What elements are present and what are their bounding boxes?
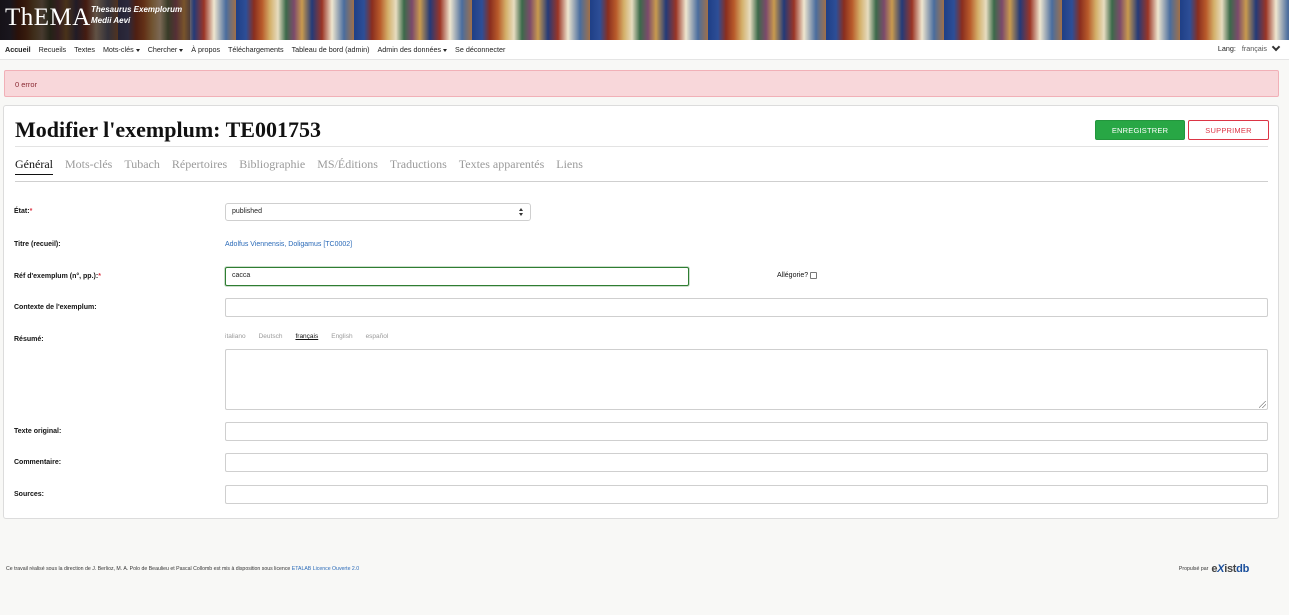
nav-item-telechargements[interactable]: Téléchargements <box>228 45 284 54</box>
tab-textes-apparentes[interactable]: Textes apparentés <box>459 157 544 175</box>
texte-original-label: Texte original: <box>14 428 62 435</box>
ref-label: Réf d'exemplum (n°, pp.):* <box>14 273 101 280</box>
nav-item-se-deconnecter[interactable]: Se déconnecter <box>455 45 505 54</box>
nav-item-admin-donnees[interactable]: Admin des données <box>378 45 448 54</box>
titre-link[interactable]: Adolfus Viennensis, Doligamus [TC0002] <box>225 241 352 248</box>
resume-language-tabs: italiano Deutsch français English españo… <box>225 333 401 340</box>
nav-item-accueil[interactable]: Accueil <box>5 45 31 54</box>
resume-lang-english[interactable]: English <box>331 333 352 340</box>
nav-item-recueils[interactable]: Recueils <box>39 45 67 54</box>
site-subtitle: Thesaurus Exemplorum Medii Aevi <box>91 4 182 26</box>
resume-label: Résumé: <box>14 336 44 343</box>
edit-form-card: Modifier l'exemplum: TE001753 Enregistre… <box>3 105 1279 519</box>
commentaire-label: Commentaire: <box>14 459 62 466</box>
powered-by-label: Propulsé par <box>1178 566 1209 572</box>
error-alert: 0 error <box>4 70 1279 97</box>
main-navbar: Accueil Recueils Textes Mots-clés Cherch… <box>0 40 1289 60</box>
allegorie-label: Allégorie? <box>777 272 809 279</box>
save-button[interactable]: Enregistrer <box>1095 120 1185 140</box>
resume-lang-deutsch[interactable]: Deutsch <box>259 333 283 340</box>
tab-bibliographie[interactable]: Bibliographie <box>239 157 305 175</box>
tab-mots-cles[interactable]: Mots-clés <box>65 157 112 175</box>
lang-label: Lang: <box>1217 44 1236 53</box>
contexte-input[interactable] <box>225 298 1268 317</box>
allegorie-checkbox[interactable] <box>810 272 818 279</box>
commentaire-input[interactable] <box>225 453 1268 472</box>
caret-down-icon <box>443 48 448 52</box>
chevron-down-icon[interactable] <box>1271 42 1281 52</box>
titre-label: Titre (recueil): <box>14 241 61 248</box>
resume-lang-espanol[interactable]: español <box>366 333 389 340</box>
sources-label: Sources: <box>14 491 44 498</box>
subtitle-line-2: Medii Aevi <box>91 16 131 25</box>
language-switcher[interactable]: Lang: français <box>1217 42 1281 53</box>
resize-grip-icon[interactable] <box>1259 401 1266 408</box>
delete-button[interactable]: Supprimer <box>1188 120 1269 140</box>
lang-value[interactable]: français <box>1242 44 1267 53</box>
footer-credit-text: Ce travail réalisé sous la direction de … <box>6 566 291 572</box>
nav-item-textes[interactable]: Textes <box>74 45 95 54</box>
page-title: Modifier l'exemplum: TE001753 <box>15 117 321 142</box>
texte-original-input[interactable] <box>225 422 1268 441</box>
contexte-label: Contexte de l'exemplum: <box>14 304 97 311</box>
ref-input[interactable]: cacca <box>225 267 689 286</box>
footer-credit: Ce travail réalisé sous la direction de … <box>6 566 359 572</box>
license-link[interactable]: ETALAB Licence Ouverte 2.0 <box>292 566 359 572</box>
caret-down-icon <box>135 48 140 52</box>
caret-down-icon <box>179 48 184 52</box>
exist-db-logo[interactable]: eXistdb <box>1211 563 1249 575</box>
allegorie-field: Allégorie? <box>777 272 818 279</box>
tab-general[interactable]: Général <box>15 157 53 175</box>
subtitle-line-1: Thesaurus Exemplorum <box>91 5 183 14</box>
tab-ms-editions[interactable]: MS/Éditions <box>317 157 378 175</box>
nav-item-tableau-de-bord[interactable]: Tableau de bord (admin) <box>292 45 370 54</box>
nav-item-mots-cles[interactable]: Mots-clés <box>103 45 140 54</box>
nav-item-a-propos[interactable]: À propos <box>191 45 220 54</box>
tab-repertoires[interactable]: Répertoires <box>172 157 227 175</box>
resume-textarea[interactable] <box>225 349 1268 410</box>
title-divider <box>15 146 1268 147</box>
tabs-divider <box>15 181 1268 182</box>
header-banner: ThEMA Thesaurus Exemplorum Medii Aevi <box>0 0 1289 40</box>
site-logo[interactable]: ThEMA <box>5 4 91 32</box>
tab-tubach[interactable]: Tubach <box>124 157 160 175</box>
nav-menu: Accueil Recueils Textes Mots-clés Cherch… <box>5 45 513 54</box>
nav-item-chercher[interactable]: Chercher <box>148 45 184 54</box>
tab-liens[interactable]: Liens <box>556 157 583 175</box>
alert-text: 0 error <box>15 80 38 89</box>
etat-selected-value: published <box>232 208 262 215</box>
resume-lang-francais[interactable]: français <box>295 333 318 340</box>
etat-label: État:* <box>14 208 33 215</box>
sources-input[interactable] <box>225 485 1268 504</box>
tab-traductions[interactable]: Traductions <box>390 157 447 175</box>
powered-by: Propulsé par eXistdb <box>1179 563 1249 575</box>
resume-lang-italiano[interactable]: italiano <box>225 333 246 340</box>
form-tabs: Général Mots-clés Tubach Répertoires Bib… <box>15 157 595 175</box>
select-arrows-icon <box>519 208 524 217</box>
etat-select[interactable]: published <box>225 203 531 221</box>
